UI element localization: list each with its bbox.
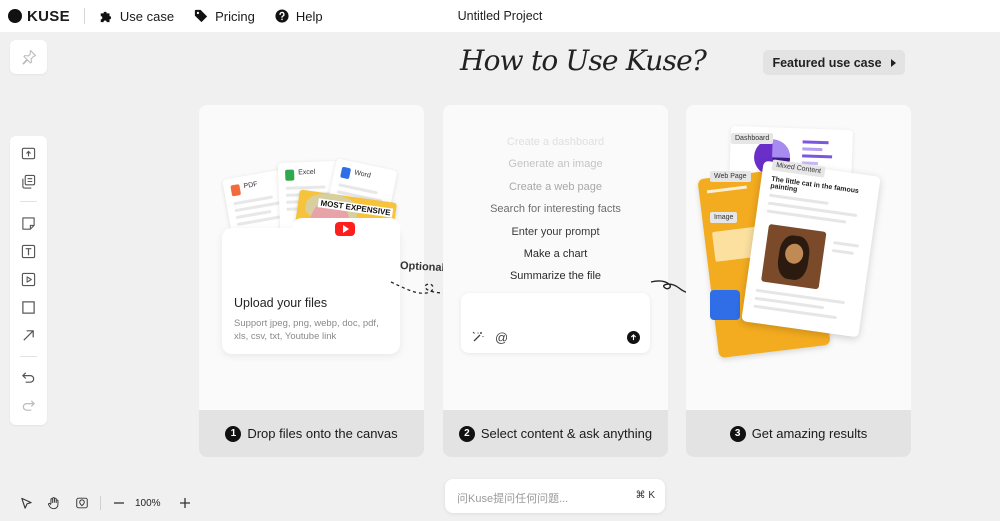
ask-placeholder: 问Kuse提问任何问题... [457, 493, 569, 505]
toolbar-divider [20, 201, 37, 202]
text-tool[interactable] [19, 242, 38, 261]
upload-supported-formats: Support jpeg, png, webp, doc, pdf, xls, … [234, 318, 379, 342]
prompt-suggestion[interactable]: Make a chart [443, 248, 668, 260]
select-tool[interactable] [16, 493, 36, 513]
sticky-note-tool[interactable] [19, 214, 38, 233]
logo-dot-icon [8, 9, 22, 23]
dashboard-chip: Dashboard [731, 133, 774, 144]
snapshot-tool[interactable] [72, 493, 92, 513]
magic-wand-icon[interactable] [472, 330, 484, 348]
mixed-content-preview: The little cat in the famous painting [741, 160, 881, 338]
prompt-suggestion[interactable]: Create a web page [443, 181, 668, 193]
cursor-icon [20, 497, 32, 509]
left-toolbar [10, 136, 47, 425]
ask-kuse-input[interactable]: 问Kuse提问任何问题... ⌘ K [445, 479, 665, 513]
pdf-label: PDF [243, 180, 259, 191]
nav-help[interactable]: Help [275, 9, 323, 24]
step-number: 1 [225, 425, 242, 442]
step-label: Get amazing results [751, 426, 868, 441]
text-icon [21, 244, 36, 259]
step-footer: 2 Select content & ask anything [443, 410, 668, 457]
page-heading: How to Use Kuse? [460, 44, 707, 77]
mention-icon[interactable]: @ [495, 330, 508, 345]
featured-use-case-label: Featured use case [772, 55, 882, 70]
step-label: Select content & ask anything [480, 426, 653, 441]
blue-block [710, 290, 740, 320]
play-arrow-icon [890, 58, 896, 67]
bottom-toolbar: 100% [16, 493, 203, 513]
rectangle-icon [22, 301, 35, 314]
step-number: 2 [458, 425, 475, 442]
send-button[interactable] [627, 331, 640, 344]
undo-tool[interactable] [19, 368, 38, 387]
toolbar-divider [20, 356, 37, 357]
excel-label: Excel [298, 168, 316, 177]
zoom-level: 100% [135, 497, 161, 509]
pin-button[interactable] [10, 40, 47, 74]
nav-use-case[interactable]: Use case [99, 9, 174, 24]
step-number: 3 [729, 425, 746, 442]
painting-image [761, 223, 827, 290]
help-icon [275, 9, 289, 23]
arrow-up-icon [630, 334, 637, 341]
featured-use-case-button[interactable]: Featured use case [763, 50, 905, 75]
video-icon [21, 272, 36, 287]
copy-icon [22, 174, 36, 189]
upload-title: Upload your files [234, 296, 328, 310]
top-bar: KUSE Use case Pricing Help Untitled Proj… [0, 0, 1000, 32]
logo-text: KUSE [27, 7, 70, 25]
hand-tool[interactable] [44, 493, 64, 513]
prompt-suggestion[interactable]: Create a dashboard [443, 136, 668, 148]
image-chip: Image [710, 212, 738, 223]
arrow-icon [23, 330, 34, 341]
nav-pricing[interactable]: Pricing [194, 9, 255, 24]
youtube-icon [335, 222, 355, 236]
arrow-tool[interactable] [19, 326, 38, 345]
prompt-suggestion[interactable]: Search for interesting facts [443, 203, 668, 215]
zoom-in-button[interactable] [175, 493, 195, 513]
excel-file-icon [285, 169, 295, 181]
topbar-divider [83, 8, 85, 24]
nav-help-label: Help [295, 8, 323, 24]
video-tool[interactable] [19, 270, 38, 289]
prompt-input-box[interactable] [461, 293, 650, 353]
bottom-divider [100, 496, 101, 510]
nav-pricing-label: Pricing [215, 8, 255, 24]
upload-icon [21, 147, 36, 160]
rectangle-tool[interactable] [19, 298, 38, 317]
web-page-chip: Web Page [710, 171, 751, 182]
mixed-content-title: The little cat in the famous painting [769, 175, 860, 196]
undo-icon [22, 372, 35, 383]
prompt-suggestion[interactable]: Summarize the file [443, 270, 668, 282]
upload-tool[interactable] [19, 144, 38, 163]
redo-icon [22, 400, 35, 411]
zoom-out-button[interactable] [109, 493, 129, 513]
pin-icon [21, 49, 36, 65]
word-label: Word [353, 169, 372, 180]
redo-tool[interactable] [19, 396, 38, 415]
prompt-suggestion[interactable]: Generate an image [443, 158, 668, 170]
hand-icon [48, 497, 59, 510]
prompt-suggestion[interactable]: Enter your prompt [443, 226, 668, 238]
step-label: Drop files onto the canvas [247, 426, 398, 441]
pdf-file-icon [230, 184, 242, 197]
puzzle-icon [100, 11, 111, 23]
sticky-note-icon [22, 217, 35, 230]
keyboard-shortcut: ⌘ K [635, 490, 655, 501]
minus-icon [114, 502, 124, 504]
kuse-logo[interactable]: KUSE [8, 8, 70, 25]
tag-icon [194, 9, 208, 23]
nav-use-case-label: Use case [119, 8, 175, 24]
plus-icon [179, 498, 190, 508]
step-footer: 3 Get amazing results [686, 410, 911, 457]
word-file-icon [340, 166, 352, 180]
project-title[interactable]: Untitled Project [458, 9, 543, 23]
map-pin-icon [76, 497, 88, 509]
step-footer: 1 Drop files onto the canvas [199, 410, 424, 457]
copy-tool[interactable] [19, 172, 38, 191]
